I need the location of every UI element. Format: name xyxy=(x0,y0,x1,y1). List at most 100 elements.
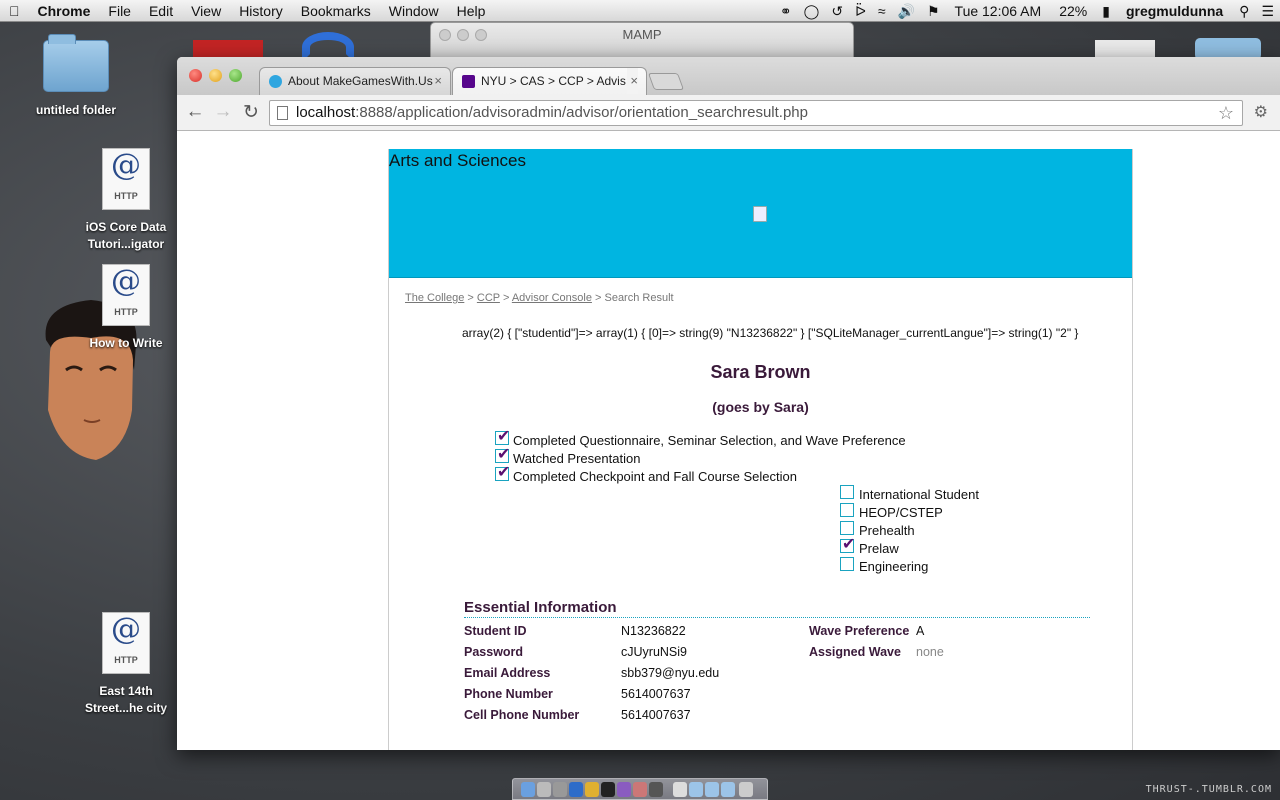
mamp-window[interactable]: MAMP xyxy=(430,22,854,62)
apple-menu-icon[interactable]:  xyxy=(0,0,29,22)
folder-dock-icon[interactable] xyxy=(705,782,719,797)
desktop-icon-label: untitled folder xyxy=(36,103,116,117)
dock xyxy=(512,778,768,800)
zoom-window-button[interactable] xyxy=(229,69,242,82)
menu-file[interactable]: File xyxy=(99,0,140,22)
bluetooth-icon[interactable]: ᐇ xyxy=(849,0,872,22)
breadcrumb-ccp[interactable]: CCP xyxy=(477,292,500,304)
desktop-icon-ios-core-data[interactable]: @ HTTP iOS Core Data Tutori...igator xyxy=(71,148,181,253)
checkbox-label-international: International Student xyxy=(859,487,979,502)
url-path: :8888/application/advisoradmin/advisor/o… xyxy=(355,104,808,121)
desktop-icon-label-line2: Street...he city xyxy=(84,701,168,715)
checkbox-heop-cstep[interactable] xyxy=(840,503,854,517)
trash-dock-icon[interactable] xyxy=(739,782,753,797)
site-header: Arts and Sciences xyxy=(389,149,1132,278)
reload-icon[interactable]: ↻ xyxy=(239,101,263,124)
new-tab-button[interactable] xyxy=(647,73,685,90)
http-document-icon: @ HTTP xyxy=(102,264,150,326)
back-arrow-icon[interactable]: ← xyxy=(183,101,207,123)
checkbox-presentation[interactable] xyxy=(495,444,510,464)
app-dock-icon[interactable] xyxy=(633,782,647,797)
chrome-dock-icon[interactable] xyxy=(585,782,599,797)
checkbox-prelaw[interactable] xyxy=(840,534,855,554)
close-window-button[interactable] xyxy=(189,69,202,82)
web-content: Arts and Sciences The College > CCP > Ad… xyxy=(177,131,1280,750)
label-student-id: Student ID xyxy=(464,624,527,638)
http-document-icon: @ HTTP xyxy=(102,612,150,674)
debug-var-dump: array(2) { ["studentid"]=> array(1) { [0… xyxy=(462,326,1079,340)
creative-cloud-icon[interactable]: ⚭ xyxy=(774,0,798,22)
battery-icon[interactable]: ▮ xyxy=(1096,0,1116,22)
tab-nyu-cas-ccp[interactable]: NYU > CAS > CCP > Advis × xyxy=(452,67,647,95)
breadcrumb-the-college[interactable]: The College xyxy=(405,292,464,304)
document-dock-icon[interactable] xyxy=(673,782,687,797)
safari-dock-icon[interactable] xyxy=(553,782,567,797)
url-host: localhost xyxy=(296,104,356,121)
desktop-icon-how-to-write[interactable]: @ HTTP How to Write xyxy=(71,264,181,352)
desktop-icon-untitled-folder[interactable]: untitled folder xyxy=(21,34,131,119)
extension-icon[interactable]: ⚙ xyxy=(1254,102,1268,122)
minimize-window-button[interactable] xyxy=(209,69,222,82)
bookmark-star-icon[interactable]: ☆ xyxy=(1218,101,1234,125)
checkbox-label-questionnaire: Completed Questionnaire, Seminar Selecti… xyxy=(513,433,906,448)
breadcrumb-separator: > xyxy=(591,292,605,304)
menubar-user[interactable]: gregmuldunna xyxy=(1116,3,1233,19)
app-dock-icon[interactable] xyxy=(617,782,631,797)
menu-window[interactable]: Window xyxy=(380,0,448,22)
flag-icon[interactable]: ⚑ xyxy=(921,0,946,22)
label-wave-preference: Wave Preference xyxy=(809,624,910,638)
tab-title: About MakeGamesWith.Us xyxy=(288,74,433,88)
menu-view[interactable]: View xyxy=(182,0,230,22)
http-document-icon: @ HTTP xyxy=(102,148,150,210)
time-machine-icon[interactable]: ↺ xyxy=(825,0,849,22)
forward-arrow-icon[interactable]: → xyxy=(211,101,235,123)
checkbox-engineering[interactable] xyxy=(840,557,854,571)
tab-strip: About MakeGamesWith.Us × NYU > CAS > CCP… xyxy=(177,57,1280,95)
checkbox-label-prehealth: Prehealth xyxy=(859,523,915,538)
essential-info-heading: Essential Information xyxy=(464,599,1090,618)
volume-icon[interactable]: 🔊 xyxy=(892,0,921,22)
tab-close-icon[interactable]: × xyxy=(434,68,442,94)
address-bar[interactable]: localhost:8888/application/advisoradmin/… xyxy=(269,100,1243,126)
window-controls xyxy=(189,69,242,82)
spotlight-search-icon[interactable]: ⚲ xyxy=(1233,0,1255,22)
checkbox-questionnaire[interactable] xyxy=(495,426,510,446)
folder-dock-icon[interactable] xyxy=(721,782,735,797)
accessibility-icon[interactable]: ◯ xyxy=(798,0,826,22)
label-password: Password xyxy=(464,645,524,659)
breadcrumb-advisor-console[interactable]: Advisor Console xyxy=(512,292,592,304)
terminal-dock-icon[interactable] xyxy=(601,782,615,797)
menubar-clock[interactable]: Tue 12:06 AM xyxy=(946,0,1051,22)
checkbox-international-student[interactable] xyxy=(840,485,854,499)
checkbox-prehealth[interactable] xyxy=(840,521,854,535)
broken-image-icon xyxy=(753,206,767,222)
desktop-icon-label: East 14th xyxy=(99,684,153,698)
wallpaper-watermark: THRUST-.TUMBLR.COM xyxy=(1145,784,1272,795)
menu-help[interactable]: Help xyxy=(448,0,495,22)
notification-center-icon[interactable]: ☰ xyxy=(1255,0,1280,22)
page-container: Arts and Sciences The College > CCP > Ad… xyxy=(388,149,1133,750)
desktop-icon-east-14th[interactable]: @ HTTP East 14th Street...he city xyxy=(71,612,181,717)
app-dock-icon[interactable] xyxy=(649,782,663,797)
checkbox-checkpoint[interactable] xyxy=(495,462,510,482)
folder-dock-icon[interactable] xyxy=(689,782,703,797)
menu-edit[interactable]: Edit xyxy=(140,0,182,22)
desktop-icon-label-line2: Tutori...igator xyxy=(87,237,165,251)
battery-percent[interactable]: 22% xyxy=(1050,0,1096,22)
breadcrumb-separator: > xyxy=(464,292,477,304)
tab-close-icon[interactable]: × xyxy=(627,68,638,94)
header-title: Arts and Sciences xyxy=(389,151,527,170)
word-dock-icon[interactable] xyxy=(569,782,583,797)
menu-app-name[interactable]: Chrome xyxy=(29,0,100,22)
wifi-icon[interactable]: ≈ xyxy=(872,0,892,22)
finder-dock-icon[interactable] xyxy=(521,782,535,797)
menu-bookmarks[interactable]: Bookmarks xyxy=(292,0,380,22)
value-phone: 5614007637 xyxy=(621,687,691,701)
menu-history[interactable]: History xyxy=(230,0,292,22)
label-assigned-wave: Assigned Wave xyxy=(809,645,901,659)
desktop-icon-label: iOS Core Data xyxy=(85,220,167,234)
tab-makegameswith-us[interactable]: About MakeGamesWith.Us × xyxy=(259,67,451,95)
checkbox-label-prelaw: Prelaw xyxy=(859,541,899,556)
value-student-id: N13236822 xyxy=(621,624,686,638)
launchpad-dock-icon[interactable] xyxy=(537,782,551,797)
